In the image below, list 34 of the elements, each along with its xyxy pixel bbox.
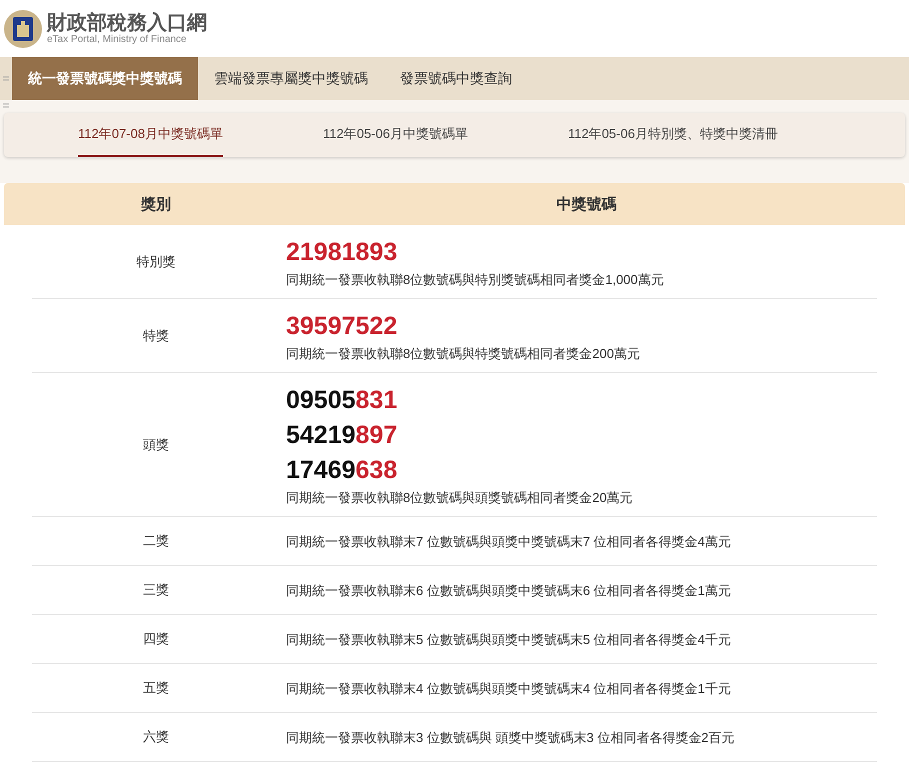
prize-name: 頭獎 bbox=[142, 436, 170, 454]
logo-icon bbox=[3, 8, 43, 48]
grip-icon bbox=[3, 76, 9, 82]
nav-tab[interactable]: 發票號碼中獎查詢 bbox=[384, 57, 528, 100]
prize-description: 同期統一發票收執聯8位數號碼與特別獎號碼相同者獎金1,000萬元 bbox=[286, 271, 664, 289]
prize-description: 同期統一發票收執聯末4 位數號碼與頭獎中獎號碼末4 位相同者各得獎金1千元 bbox=[286, 680, 731, 698]
period-tab[interactable]: 112年05-06月中獎號碼單 bbox=[322, 113, 468, 157]
prize-description: 同期統一發票收執聯8位數號碼與頭獎號碼相同者獎金20萬元 bbox=[286, 489, 633, 507]
prize-description: 同期統一發票收執聯末5 位數號碼與頭獎中獎號碼末5 位相同者各得獎金4千元 bbox=[286, 631, 731, 649]
prize-description: 同期統一發票收執聯8位數號碼與特獎號碼相同者獎金200萬元 bbox=[286, 345, 640, 363]
nav-tab[interactable]: 雲端發票專屬獎中獎號碼 bbox=[198, 57, 384, 100]
winning-number: 17469638 bbox=[286, 455, 398, 486]
prize-name: 二獎 bbox=[142, 532, 170, 550]
grip-icon bbox=[3, 103, 9, 109]
column-header: 獎別 bbox=[140, 194, 172, 214]
prize-name: 四獎 bbox=[142, 630, 170, 648]
prize-description: 同期統一發票收執聯末6 位數號碼與頭獎中獎號碼末6 位相同者各得獎金1萬元 bbox=[286, 582, 731, 600]
prize-name: 特獎 bbox=[142, 326, 170, 344]
prize-description: 同期統一發票收執聯末3 位數號碼與 頭獎中獎號碼末3 位相同者各得獎金2百元 bbox=[286, 729, 735, 747]
prize-description: 同期統一發票收執聯末7 位數號碼與頭獎中獎號碼末7 位相同者各得獎金4萬元 bbox=[286, 533, 731, 551]
column-header: 中獎號碼 bbox=[556, 194, 618, 214]
winning-number: 21981893 bbox=[286, 237, 398, 268]
prize-name: 六獎 bbox=[142, 728, 170, 746]
prize-name: 特別獎 bbox=[136, 252, 176, 270]
winning-number: 39597522 bbox=[286, 311, 398, 342]
winning-number: 54219897 bbox=[286, 420, 398, 451]
winning-number: 09505831 bbox=[286, 385, 398, 416]
prize-name: 五獎 bbox=[142, 679, 170, 697]
period-tab[interactable]: 112年05-06月特別獎、特獎中獎清冊 bbox=[568, 113, 778, 157]
nav-tab[interactable]: 統一發票號碼獎中獎號碼 bbox=[12, 57, 198, 100]
site-subtitle: eTax Portal, Ministry of Finance bbox=[47, 34, 188, 45]
period-tab[interactable]: 112年07-08月中獎號碼單 bbox=[78, 113, 223, 157]
site-title: 財政部稅務入口網 bbox=[47, 12, 207, 34]
prize-name: 三獎 bbox=[142, 581, 170, 599]
